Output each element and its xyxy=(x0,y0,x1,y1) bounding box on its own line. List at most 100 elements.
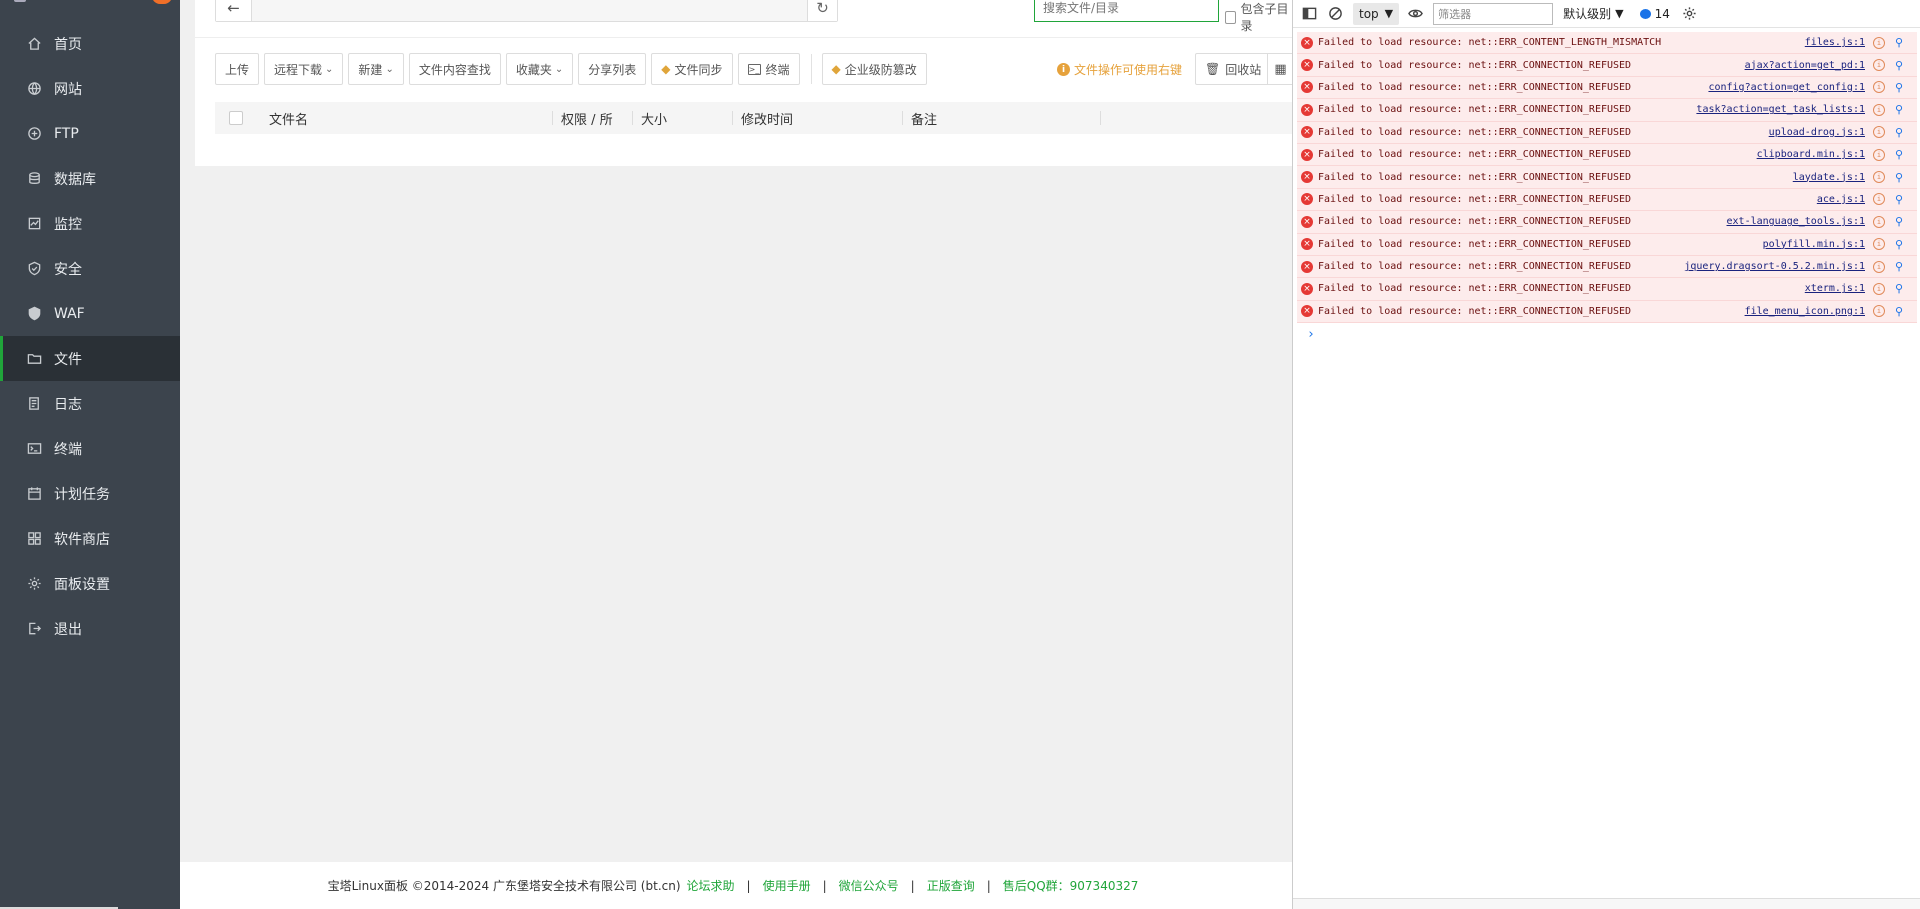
ai-insight-icon[interactable]: i xyxy=(1873,305,1885,318)
include-subdir-checkbox[interactable] xyxy=(1225,10,1237,24)
sidebar-toggle-icon[interactable] xyxy=(1301,6,1317,22)
error-source-link[interactable]: polyfill.min.js:1 xyxy=(1763,239,1865,250)
error-source-link[interactable]: ext-language_tools.js:1 xyxy=(1727,216,1865,227)
upload-button[interactable]: 上传 xyxy=(215,53,260,85)
search-icon[interactable]: ⚲ xyxy=(1895,148,1909,161)
error-source-link[interactable]: task?action=get_task_lists:1 xyxy=(1696,104,1865,115)
footer-license-link[interactable]: 正版查询 xyxy=(927,877,975,894)
file-search-input[interactable] xyxy=(1035,0,1218,21)
sidebar-item-home[interactable]: 首页 xyxy=(0,21,180,66)
search-icon[interactable]: ⚲ xyxy=(1895,305,1909,318)
error-source-link[interactable]: config?action=get_config:1 xyxy=(1708,82,1865,93)
path-bar[interactable]: ← ↻ xyxy=(215,0,838,22)
recycle-bin-button[interactable]: 🗑 回收站 xyxy=(1195,53,1272,85)
favorites-button[interactable]: 收藏夹 ⌄ xyxy=(505,53,574,85)
sidebar-item-terminal[interactable]: 终端 xyxy=(0,426,180,471)
console-filter-input[interactable]: 筛选器 xyxy=(1433,2,1554,25)
log-level-value: 默认级别 xyxy=(1563,7,1612,21)
ai-insight-icon[interactable]: i xyxy=(1873,81,1885,94)
grid-view-icon[interactable]: ▦ xyxy=(1267,53,1293,85)
search-icon[interactable]: ⚲ xyxy=(1895,260,1909,273)
search-icon[interactable]: ⚲ xyxy=(1895,126,1909,139)
refresh-icon[interactable]: ↻ xyxy=(807,0,837,21)
column-size[interactable]: 大小 xyxy=(633,102,733,134)
remote-download-button[interactable]: 远程下载 ⌄ xyxy=(264,53,344,85)
ai-insight-icon[interactable]: i xyxy=(1873,260,1885,273)
column-permission[interactable]: 权限 / 所 xyxy=(553,102,633,134)
eye-icon[interactable] xyxy=(1407,6,1423,22)
search-icon[interactable]: ⚲ xyxy=(1895,36,1909,49)
column-modified-time[interactable]: 修改时间 xyxy=(733,102,903,134)
sidebar-item-app-store[interactable]: 软件商店 xyxy=(0,516,180,561)
error-source-link[interactable]: ace.js:1 xyxy=(1817,194,1865,205)
ai-insight-icon[interactable]: i xyxy=(1873,215,1885,228)
back-arrow-icon[interactable]: ← xyxy=(216,0,252,21)
clear-console-icon[interactable] xyxy=(1327,6,1343,22)
new-button[interactable]: 新建 ⌄ xyxy=(348,53,404,85)
sidebar-item-ftp[interactable]: FTP xyxy=(0,111,180,156)
new-button-label: 新建 xyxy=(358,62,383,77)
sidebar-item-settings[interactable]: 面板设置 xyxy=(0,561,180,606)
search-icon[interactable]: ⚲ xyxy=(1895,282,1909,295)
error-source-link[interactable]: file_menu_icon.png:1 xyxy=(1745,306,1865,317)
column-remark[interactable]: 备注 xyxy=(903,102,1101,134)
search-icon[interactable]: ⚲ xyxy=(1895,171,1909,184)
monitor-icon xyxy=(26,216,42,232)
sidebar-item-files[interactable]: 文件 xyxy=(0,336,180,381)
footer-forum-link[interactable]: 论坛求助 xyxy=(687,877,735,894)
sidebar-item-cron[interactable]: 计划任务 xyxy=(0,471,180,516)
footer-manual-link[interactable]: 使用手册 xyxy=(763,877,811,894)
issues-counter[interactable]: 14 xyxy=(1639,7,1670,21)
share-list-button[interactable]: 分享列表 xyxy=(578,53,647,85)
select-all-checkbox[interactable] xyxy=(229,111,243,125)
include-subdir-toggle[interactable]: 包含子目录 xyxy=(1225,0,1292,34)
log-level-selector[interactable]: 默认级别 ▼ xyxy=(1563,5,1623,22)
error-source-link[interactable]: laydate.js:1 xyxy=(1793,172,1865,183)
sidebar-item-logs[interactable]: 日志 xyxy=(0,381,180,426)
error-source-link[interactable]: ajax?action=get_pd:1 xyxy=(1745,60,1865,71)
error-icon: × xyxy=(1301,171,1313,184)
ai-insight-icon[interactable]: i xyxy=(1873,148,1885,161)
ai-insight-icon[interactable]: i xyxy=(1873,171,1885,184)
ai-insight-icon[interactable]: i xyxy=(1873,103,1885,116)
gear-icon[interactable] xyxy=(1682,6,1698,22)
error-source-link[interactable]: jquery.dragsort-0.5.2.min.js:1 xyxy=(1684,261,1865,272)
ai-insight-icon[interactable]: i xyxy=(1873,238,1885,251)
divider xyxy=(195,37,1292,38)
error-source-link[interactable]: files.js:1 xyxy=(1805,37,1865,48)
sidebar-menu: 首页 网站 FTP 数据库 监控 安全 WAF 文件 日志 终端 计划任务 软件… xyxy=(0,21,180,651)
sidebar-item-logout[interactable]: 退出 xyxy=(0,606,180,651)
search-icon[interactable]: ⚲ xyxy=(1895,238,1909,251)
sidebar-item-database[interactable]: 数据库 xyxy=(0,156,180,201)
file-search-box[interactable] xyxy=(1034,0,1219,22)
enterprise-tamper-button[interactable]: ◆ 企业级防篡改 xyxy=(821,53,927,85)
column-remark-label: 备注 xyxy=(911,112,938,128)
sidebar-item-waf[interactable]: WAF xyxy=(0,291,180,336)
console-prompt[interactable]: › xyxy=(1307,327,1315,342)
footer-wechat-link[interactable]: 微信公众号 xyxy=(839,877,899,894)
ai-insight-icon[interactable]: i xyxy=(1873,36,1885,49)
ai-insight-icon[interactable]: i xyxy=(1873,59,1885,72)
search-icon[interactable]: ⚲ xyxy=(1895,59,1909,72)
column-filename[interactable]: 文件名 xyxy=(261,102,553,134)
sidebar-item-website[interactable]: 网站 xyxy=(0,66,180,111)
sidebar-item-label: WAF xyxy=(54,305,85,322)
sidebar-item-monitor[interactable]: 监控 xyxy=(0,201,180,246)
error-source-link[interactable]: xterm.js:1 xyxy=(1805,283,1865,294)
error-source-link[interactable]: clipboard.min.js:1 xyxy=(1757,149,1865,160)
search-icon[interactable]: ⚲ xyxy=(1895,193,1909,206)
terminal-button[interactable]: >_ 终端 xyxy=(737,53,800,85)
content-search-button[interactable]: 文件内容查找 xyxy=(408,53,501,85)
search-icon[interactable]: ⚲ xyxy=(1895,215,1909,228)
ai-insight-icon[interactable]: i xyxy=(1873,282,1885,295)
search-icon[interactable]: ⚲ xyxy=(1895,103,1909,116)
search-icon[interactable]: ⚲ xyxy=(1895,81,1909,94)
sidebar-item-security[interactable]: 安全 xyxy=(0,246,180,291)
error-source-link[interactable]: upload-drog.js:1 xyxy=(1769,127,1865,138)
sidebar-item-label: 文件 xyxy=(54,351,82,368)
file-sync-button[interactable]: ◆ 文件同步 xyxy=(651,53,733,85)
footer-qq-link[interactable]: 售后QQ群：907340327 xyxy=(1003,877,1139,894)
ai-insight-icon[interactable]: i xyxy=(1873,193,1885,206)
ai-insight-icon[interactable]: i xyxy=(1873,126,1885,139)
context-selector[interactable]: top ▼ xyxy=(1353,2,1400,25)
